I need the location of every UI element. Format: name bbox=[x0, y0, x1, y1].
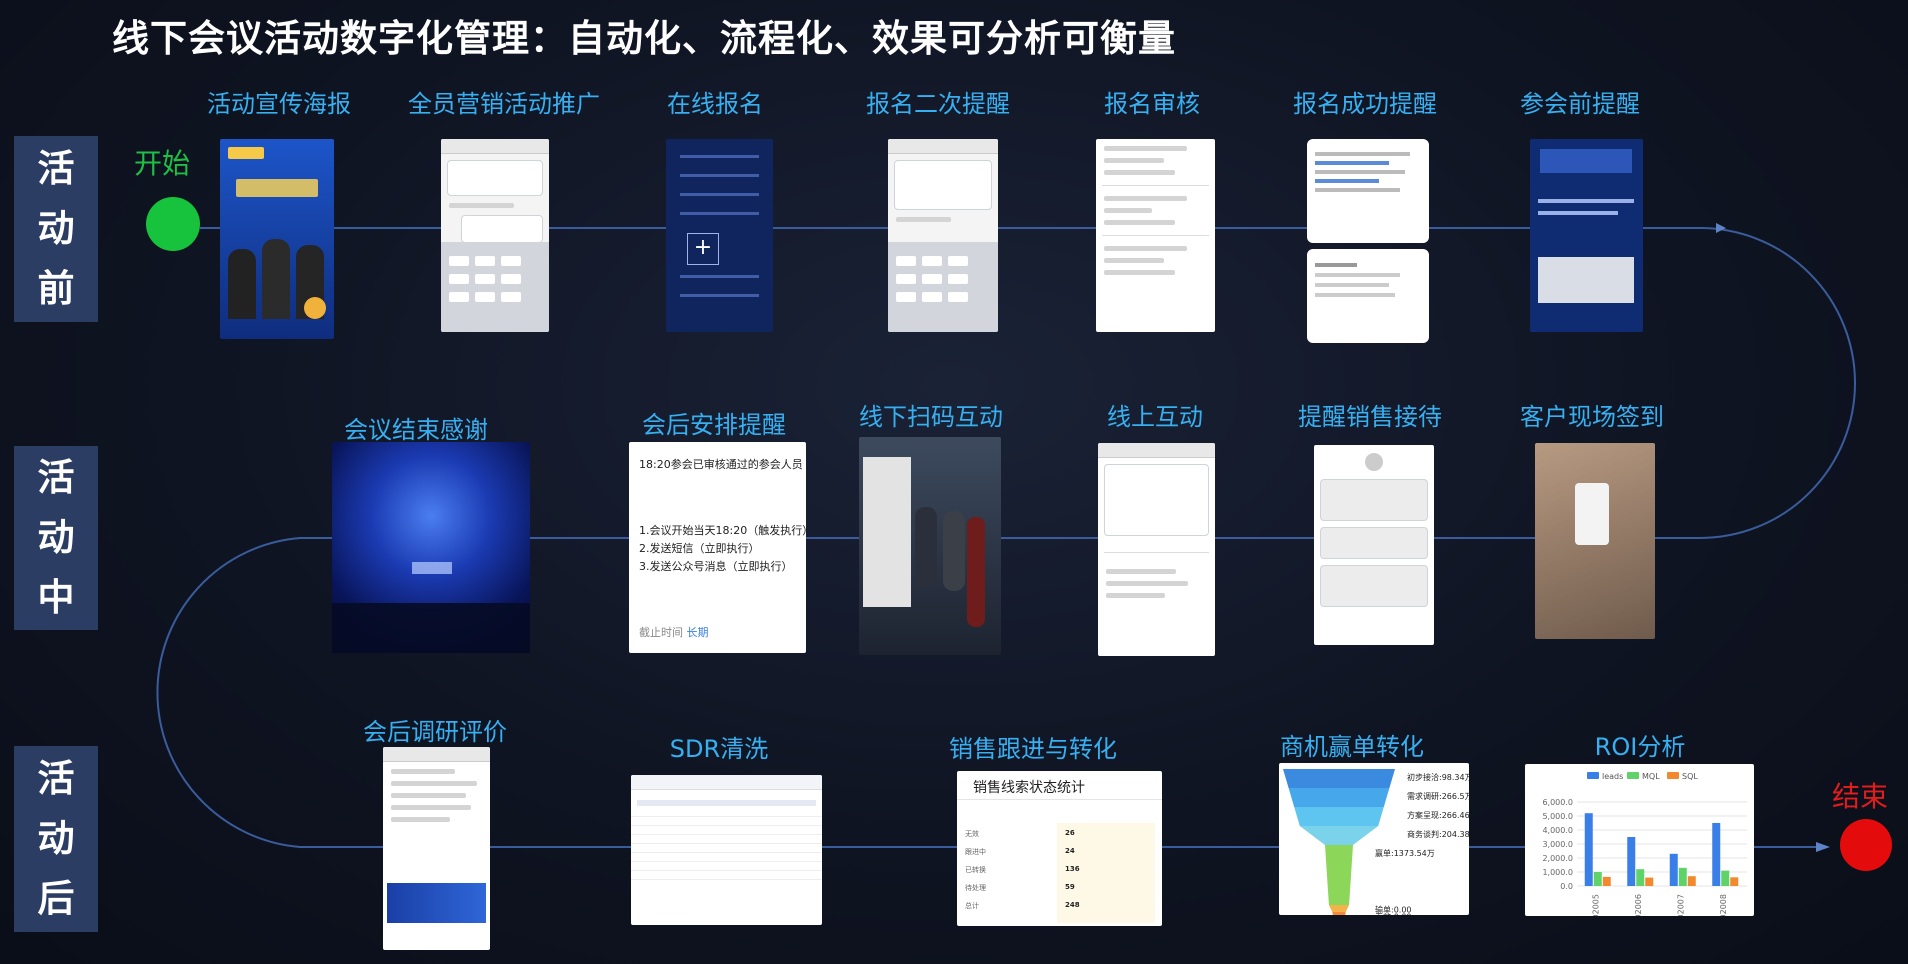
funnel-svg: 初步接洽:98.34万需求调研:266.5万方案呈现:266.46万商务谈判:2… bbox=[1283, 769, 1469, 916]
funnel-stage bbox=[1328, 905, 1350, 912]
funnel-stage bbox=[1283, 769, 1395, 788]
step-title: 报名二次提醒 bbox=[866, 90, 1010, 118]
legend-label: MQL bbox=[1642, 772, 1660, 781]
online-interaction-screen bbox=[1098, 443, 1215, 656]
step-title: SDR清洗 bbox=[669, 735, 769, 763]
bar bbox=[1678, 867, 1687, 886]
second-reminder-phone-screen bbox=[888, 139, 998, 332]
page-title: 线下会议活动数字化管理：自动化、流程化、效果可分析可衡量 bbox=[112, 17, 1176, 60]
bar bbox=[1584, 813, 1593, 886]
step-title: 线下扫码互动 bbox=[859, 403, 1003, 431]
legend-label: SQL bbox=[1682, 772, 1698, 781]
funnel-stage bbox=[1332, 912, 1346, 915]
funnel-stage-label: 初步接洽:98.34万 bbox=[1407, 772, 1469, 782]
poster-image bbox=[220, 139, 334, 339]
pre-event-reminder-screen bbox=[1530, 139, 1643, 332]
x-tick-label: 202007 bbox=[1676, 894, 1685, 916]
survey-phone-screen bbox=[383, 747, 490, 950]
legend-swatch bbox=[1627, 772, 1639, 779]
y-tick-label: 2,000.0 bbox=[1542, 854, 1573, 863]
success-sms-screen bbox=[1307, 139, 1429, 243]
bar bbox=[1712, 823, 1721, 886]
roi-chart: 6,000.0 5,000.0 4,000.0 3,000.0 2,000.0 1,000… bbox=[1525, 764, 1754, 916]
bar bbox=[1602, 876, 1611, 886]
start-dot bbox=[146, 197, 200, 251]
x-tick-label: 202005 bbox=[1591, 894, 1600, 916]
bar bbox=[1730, 877, 1739, 886]
y-tick-label: 5,000.0 bbox=[1542, 812, 1573, 821]
x-tick-label: 202008 bbox=[1719, 894, 1728, 916]
phase-before: 活动前 bbox=[14, 136, 98, 322]
step-title: 会议结束感谢 bbox=[344, 416, 488, 444]
end-dot bbox=[1840, 819, 1892, 871]
start-label: 开始 bbox=[134, 147, 191, 180]
registration-phone-screen: + bbox=[666, 139, 773, 332]
check-in-photo bbox=[1535, 443, 1655, 639]
step-title: 会后调研评价 bbox=[363, 718, 507, 746]
y-tick-label: 1,000.0 bbox=[1542, 868, 1573, 877]
step-title: 会后安排提醒 bbox=[642, 411, 786, 439]
legend-label: leads bbox=[1602, 772, 1623, 781]
after-event-reminder-card: 18:20参会已审核通过的参会人员（5月8日） 1.会议开始当天18:20（触发… bbox=[629, 442, 806, 653]
y-tick-label: 6,000.0 bbox=[1542, 798, 1573, 807]
phase-during: 活动中 bbox=[14, 446, 98, 630]
sales-stats-heading: 销售线索状态统计 bbox=[973, 780, 1085, 796]
success-notice-screen bbox=[1307, 249, 1429, 343]
offline-scan-photo bbox=[859, 437, 1001, 655]
sdr-cleaning-table bbox=[631, 775, 822, 925]
step-title: 线上互动 bbox=[1107, 403, 1203, 431]
bar bbox=[1636, 869, 1645, 886]
step-title: 全员营销活动推广 bbox=[408, 90, 600, 118]
sales-stats-panel: 销售线索状态统计 无效 26 跟进中 24 已转换 136 待处理 59 总计 … bbox=[957, 771, 1162, 926]
funnel-stage bbox=[1288, 788, 1390, 807]
end-label: 结束 bbox=[1832, 780, 1889, 813]
y-tick-label: 3,000.0 bbox=[1542, 840, 1573, 849]
funnel-stage bbox=[1294, 807, 1384, 826]
bar bbox=[1627, 837, 1636, 886]
promo-phone-screen bbox=[441, 139, 549, 332]
step-title: 活动宣传海报 bbox=[207, 90, 351, 118]
x-tick-label: 202006 bbox=[1634, 894, 1643, 916]
funnel-stage-label: 赢单:1373.54万 bbox=[1375, 848, 1435, 858]
step-title: 在线报名 bbox=[667, 90, 763, 118]
step-title: 提醒销售接待 bbox=[1298, 403, 1442, 431]
funnel-stage-label: 方案呈现:266.46万 bbox=[1407, 810, 1469, 820]
step-title: 客户现场签到 bbox=[1520, 403, 1664, 431]
phase-after: 活动后 bbox=[14, 746, 98, 932]
step-title: 报名成功提醒 bbox=[1293, 90, 1437, 118]
legend-swatch bbox=[1587, 772, 1599, 779]
review-phone-screen bbox=[1096, 139, 1215, 332]
step-title: ROI分析 bbox=[1594, 733, 1686, 761]
funnel-stage-label: 无效:0.00 bbox=[1375, 912, 1412, 916]
step-title: 报名审核 bbox=[1104, 90, 1200, 118]
bar bbox=[1721, 870, 1730, 886]
funnel-stage-label: 商务谈判:204.38万 bbox=[1407, 829, 1469, 839]
funnel-stage bbox=[1299, 826, 1379, 845]
sales-reception-sms-screen bbox=[1314, 445, 1434, 645]
roi-svg: 6,000.0 5,000.0 4,000.0 3,000.0 2,000.0 1,000… bbox=[1542, 772, 1747, 916]
legend-swatch bbox=[1667, 772, 1679, 779]
step-title: 参会前提醒 bbox=[1520, 90, 1640, 118]
bar bbox=[1645, 877, 1654, 886]
funnel-stage bbox=[1325, 845, 1353, 905]
bar bbox=[1687, 876, 1696, 886]
y-tick-label: 0.0 bbox=[1560, 882, 1573, 891]
bar bbox=[1669, 853, 1678, 886]
funnel-chart: 初步接洽:98.34万需求调研:266.5万方案呈现:266.46万商务谈判:2… bbox=[1279, 763, 1469, 915]
y-tick-label: 4,000.0 bbox=[1542, 826, 1573, 835]
funnel-stage-label: 需求调研:266.5万 bbox=[1407, 791, 1469, 801]
thanks-stage-photo bbox=[332, 442, 530, 653]
bar bbox=[1593, 872, 1602, 886]
step-title: 销售跟进与转化 bbox=[949, 735, 1117, 763]
step-title: 商机赢单转化 bbox=[1280, 733, 1424, 761]
